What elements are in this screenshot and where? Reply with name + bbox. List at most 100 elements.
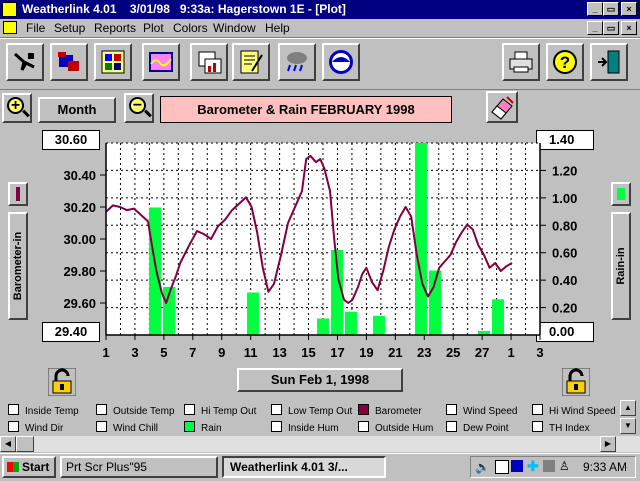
legend-item-barometer[interactable]: Barometer xyxy=(358,404,422,418)
app-icon[interactable] xyxy=(2,2,17,17)
legend-item-outside-hum[interactable]: Outside Hum xyxy=(358,421,433,435)
rain-bar xyxy=(373,315,385,335)
weather-button[interactable] xyxy=(278,43,316,81)
legend-item-hi-wind-speed[interactable]: Hi Wind Speed xyxy=(532,404,616,418)
zoom-out-button[interactable]: − xyxy=(124,93,154,123)
print-button[interactable] xyxy=(502,43,540,81)
tools-icon xyxy=(14,52,35,71)
legend-label: Dew Point xyxy=(463,423,509,434)
menu-help[interactable]: Help xyxy=(265,21,290,35)
task-prtscr[interactable]: Prt Scr Plus"95 xyxy=(60,456,218,478)
graph-button[interactable] xyxy=(142,43,180,81)
legend-checkbox[interactable] xyxy=(96,421,107,432)
date-button[interactable]: Sun Feb 1, 1998 xyxy=(237,368,403,392)
x-tick-label: 27 xyxy=(475,345,489,360)
menu-setup[interactable]: Setup xyxy=(54,21,85,35)
legend-checkbox[interactable] xyxy=(271,404,282,415)
scroll-thumb[interactable] xyxy=(16,436,34,452)
legend-scroll-down[interactable]: ▼ xyxy=(620,418,636,434)
menu-file[interactable]: File xyxy=(26,21,45,35)
period-button[interactable]: Month xyxy=(38,97,116,123)
legend-checkbox[interactable] xyxy=(446,404,457,415)
legend-label: Wind Dir xyxy=(25,423,64,434)
legend-item-wind-speed[interactable]: Wind Speed xyxy=(446,404,517,418)
menu-window[interactable]: Window xyxy=(213,21,256,35)
legend-checkbox[interactable] xyxy=(446,421,457,432)
legend-item-wind-chill[interactable]: Wind Chill xyxy=(96,421,158,435)
help-button[interactable]: ? xyxy=(546,43,584,81)
rain-bar xyxy=(492,299,504,335)
scroll-left-button[interactable]: ◀ xyxy=(0,436,16,452)
notes-button[interactable] xyxy=(232,43,270,81)
maximize-button[interactable]: ▭ xyxy=(603,2,619,16)
legend-scroll-up[interactable]: ▲ xyxy=(620,400,636,416)
legend-item-th-index[interactable]: TH Index xyxy=(532,421,590,435)
exit-button[interactable] xyxy=(590,43,628,81)
plot-chart[interactable]: 30.4030.2030.0029.8029.601.201.000.800.6… xyxy=(0,125,640,365)
legend-checkbox[interactable] xyxy=(358,421,369,432)
legend-label: Outside Temp xyxy=(113,406,175,417)
legend-item-inside-hum[interactable]: Inside Hum xyxy=(271,421,339,435)
chart-button[interactable] xyxy=(190,43,228,81)
taskbar: Start Prt Scr Plus"95 Weatherlink 4.01 3… xyxy=(0,453,640,481)
left-lock-button[interactable] xyxy=(47,367,77,397)
user-icon[interactable]: ♙ xyxy=(559,459,570,473)
network-icon[interactable] xyxy=(511,460,523,472)
plot-title: Barometer & Rain FEBRUARY 1998 xyxy=(160,96,452,123)
lock-icon xyxy=(561,367,591,397)
rain-bar xyxy=(247,292,259,335)
x-tick-label: 17 xyxy=(330,345,344,360)
doc-restore-button[interactable]: ▭ xyxy=(603,21,619,35)
legend-checkbox[interactable] xyxy=(532,404,543,415)
zoom-in-button[interactable]: + xyxy=(2,93,32,123)
left-tick-label: 30.40 xyxy=(63,168,96,183)
menu-reports[interactable]: Reports xyxy=(94,21,136,35)
menu-plot[interactable]: Plot xyxy=(143,21,164,35)
task-weatherlink[interactable]: Weatherlink 4.01 3/... xyxy=(222,456,386,478)
legend-checkbox[interactable] xyxy=(184,404,195,415)
tools-button[interactable] xyxy=(6,43,44,81)
start-button[interactable]: Start xyxy=(2,456,56,478)
title-bar: Weatherlink 4.01 3/01/98 9:33a: Hagersto… xyxy=(0,0,640,19)
legend-checkbox[interactable] xyxy=(271,421,282,432)
weather-icon xyxy=(287,52,307,72)
legend-item-outside-temp[interactable]: Outside Temp xyxy=(96,404,175,418)
doc-close-button[interactable]: × xyxy=(621,21,637,35)
eraser-button[interactable] xyxy=(486,91,518,123)
tray-app-icon[interactable] xyxy=(495,460,509,474)
close-button[interactable]: × xyxy=(621,2,637,16)
right-tick-label: 0.40 xyxy=(552,273,577,288)
right-lock-button[interactable] xyxy=(561,367,591,397)
legend-item-wind-dir[interactable]: Wind Dir xyxy=(8,421,63,435)
windows-logo-icon xyxy=(7,462,19,472)
rain-bar xyxy=(345,311,357,335)
document-icon[interactable] xyxy=(3,21,17,34)
svg-text:?: ? xyxy=(560,53,570,72)
station-button[interactable] xyxy=(50,43,88,81)
legend-checkbox[interactable] xyxy=(96,404,107,415)
legend-item-rain[interactable]: Rain xyxy=(184,421,222,435)
legend-checkbox[interactable] xyxy=(8,421,19,432)
horizontal-scrollbar[interactable]: ◀ ▶ xyxy=(0,436,640,452)
summary-button[interactable] xyxy=(94,43,132,81)
rain-bar xyxy=(149,207,161,335)
legend-item-low-temp-out[interactable]: Low Temp Out xyxy=(271,404,352,418)
doc-minimize-button[interactable]: _ xyxy=(587,21,603,35)
x-tick-label: 7 xyxy=(189,345,196,360)
noaa-button[interactable] xyxy=(322,43,360,81)
right-tick-label: 1.00 xyxy=(552,191,577,206)
plus-icon[interactable]: ✚ xyxy=(527,458,539,475)
minimize-button[interactable]: _ xyxy=(587,2,603,16)
legend-item-dew-point[interactable]: Dew Point xyxy=(446,421,509,435)
speaker-icon[interactable]: 🔈 xyxy=(475,460,490,474)
legend-checkbox[interactable] xyxy=(8,404,19,415)
legend-checkbox[interactable] xyxy=(532,421,543,432)
series-legend: Inside Temp Outside Temp Hi Temp Out Low Te… xyxy=(0,400,620,436)
legend-item-hi-temp-out[interactable]: Hi Temp Out xyxy=(184,404,256,418)
legend-checkbox[interactable] xyxy=(184,421,195,432)
legend-item-inside-temp[interactable]: Inside Temp xyxy=(8,404,79,418)
menu-colors[interactable]: Colors xyxy=(173,21,208,35)
legend-checkbox[interactable] xyxy=(358,404,369,415)
monitor-icon[interactable] xyxy=(543,460,555,472)
scroll-right-button[interactable]: ▶ xyxy=(600,436,616,452)
